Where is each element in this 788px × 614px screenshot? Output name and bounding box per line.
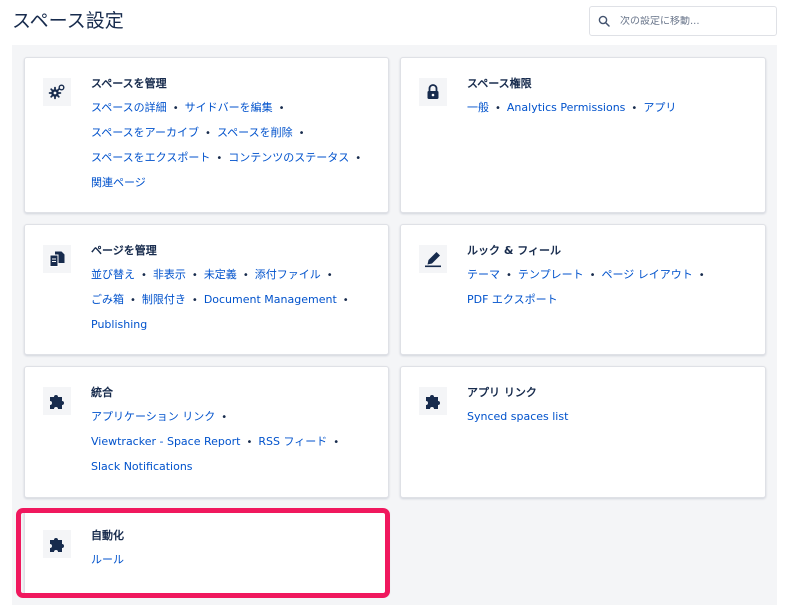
gear-icon bbox=[43, 78, 71, 106]
link-document-management[interactable]: Document Management bbox=[204, 293, 337, 306]
link-content-status[interactable]: コンテンツのステータス bbox=[228, 151, 349, 164]
search-input[interactable] bbox=[620, 15, 770, 27]
link-delete-space[interactable]: スペースを削除 bbox=[217, 126, 293, 139]
link-reorder[interactable]: 並び替え bbox=[91, 268, 135, 281]
card-title: ページを管理 bbox=[91, 244, 157, 257]
card-title: アプリ リンク bbox=[467, 386, 537, 399]
card-title: ルック & フィール bbox=[467, 244, 562, 257]
link-trash[interactable]: ごみ箱 bbox=[91, 293, 124, 306]
lock-icon bbox=[419, 78, 447, 106]
card-title: スペース権限 bbox=[467, 77, 532, 90]
link-analytics-permissions[interactable]: Analytics Permissions bbox=[507, 101, 626, 114]
link-apps[interactable]: アプリ bbox=[643, 101, 676, 114]
page-title: スペース設定 bbox=[12, 10, 124, 32]
link-orphaned[interactable]: 非表示 bbox=[153, 268, 186, 281]
pages-icon bbox=[43, 245, 71, 273]
card-space-permissions: スペース権限 一般 • Analytics Permissions • アプリ bbox=[400, 57, 766, 213]
link-attachments[interactable]: 添付ファイル bbox=[255, 268, 321, 281]
search-icon bbox=[598, 15, 610, 27]
settings-search[interactable] bbox=[589, 6, 777, 36]
link-archive-space[interactable]: スペースをアーカイブ bbox=[91, 126, 199, 139]
link-templates[interactable]: テンプレート bbox=[518, 268, 584, 281]
puzzle-icon bbox=[419, 387, 447, 415]
card-title: 統合 bbox=[91, 386, 113, 399]
card-links: テーマ • テンプレート • ページ レイアウト • PDF エクスポート bbox=[467, 268, 705, 306]
link-export-space[interactable]: スペースをエクスポート bbox=[91, 151, 210, 164]
link-viewtracker[interactable]: Viewtracker - Space Report bbox=[91, 435, 240, 448]
card-manage-space: スペースを管理 スペースの詳細 • サイドバーを編集 • スペースをアーカイブ • スペー… bbox=[24, 57, 389, 213]
card-links: アプリケーション リンク • Viewtracker - Space Report… bbox=[91, 410, 340, 473]
card-look-feel: ルック & フィール テーマ • テンプレート • ページ レイアウト • PDF エクス… bbox=[400, 224, 766, 355]
link-slack-notifications[interactable]: Slack Notifications bbox=[91, 460, 193, 473]
puzzle-icon bbox=[43, 387, 71, 415]
card-links: 一般 • Analytics Permissions • アプリ bbox=[467, 101, 677, 114]
link-related-pages[interactable]: 関連ページ bbox=[91, 176, 146, 189]
card-links: Synced spaces list bbox=[467, 405, 753, 429]
link-restricted[interactable]: 制限付き bbox=[142, 293, 186, 306]
link-undefined[interactable]: 未定義 bbox=[204, 268, 237, 281]
link-general[interactable]: 一般 bbox=[467, 101, 489, 114]
card-app-links: アプリ リンク Synced spaces list bbox=[400, 366, 766, 498]
link-pdf-export[interactable]: PDF エクスポート bbox=[467, 293, 558, 306]
card-manage-pages: ページを管理 並び替え • 非表示 • 未定義 • 添付ファイル • ごみ箱 • 制限付き • Doc… bbox=[24, 224, 389, 355]
highlight-annotation bbox=[16, 508, 390, 598]
card-integration: 統合 アプリケーション リンク • Viewtracker - Space Rep… bbox=[24, 366, 389, 498]
link-themes[interactable]: テーマ bbox=[467, 268, 500, 281]
link-space-details[interactable]: スペースの詳細 bbox=[91, 101, 167, 114]
card-links: スペースの詳細 • サイドバーを編集 • スペースをアーカイブ • スペースを削除 • スペ… bbox=[91, 101, 362, 189]
link-publishing[interactable]: Publishing bbox=[91, 318, 147, 331]
card-title: スペースを管理 bbox=[91, 77, 167, 90]
card-links: 並び替え • 非表示 • 未定義 • 添付ファイル • ごみ箱 • 制限付き • Document M… bbox=[91, 268, 349, 331]
link-application-links[interactable]: アプリケーション リンク bbox=[91, 410, 215, 423]
link-edit-sidebar[interactable]: サイドバーを編集 bbox=[185, 101, 273, 114]
pencil-icon bbox=[419, 245, 447, 273]
link-page-layout[interactable]: ページ レイアウト bbox=[601, 268, 692, 281]
link-rss-feeds[interactable]: RSS フィード bbox=[258, 435, 327, 448]
link-synced-spaces-list[interactable]: Synced spaces list bbox=[467, 410, 568, 423]
